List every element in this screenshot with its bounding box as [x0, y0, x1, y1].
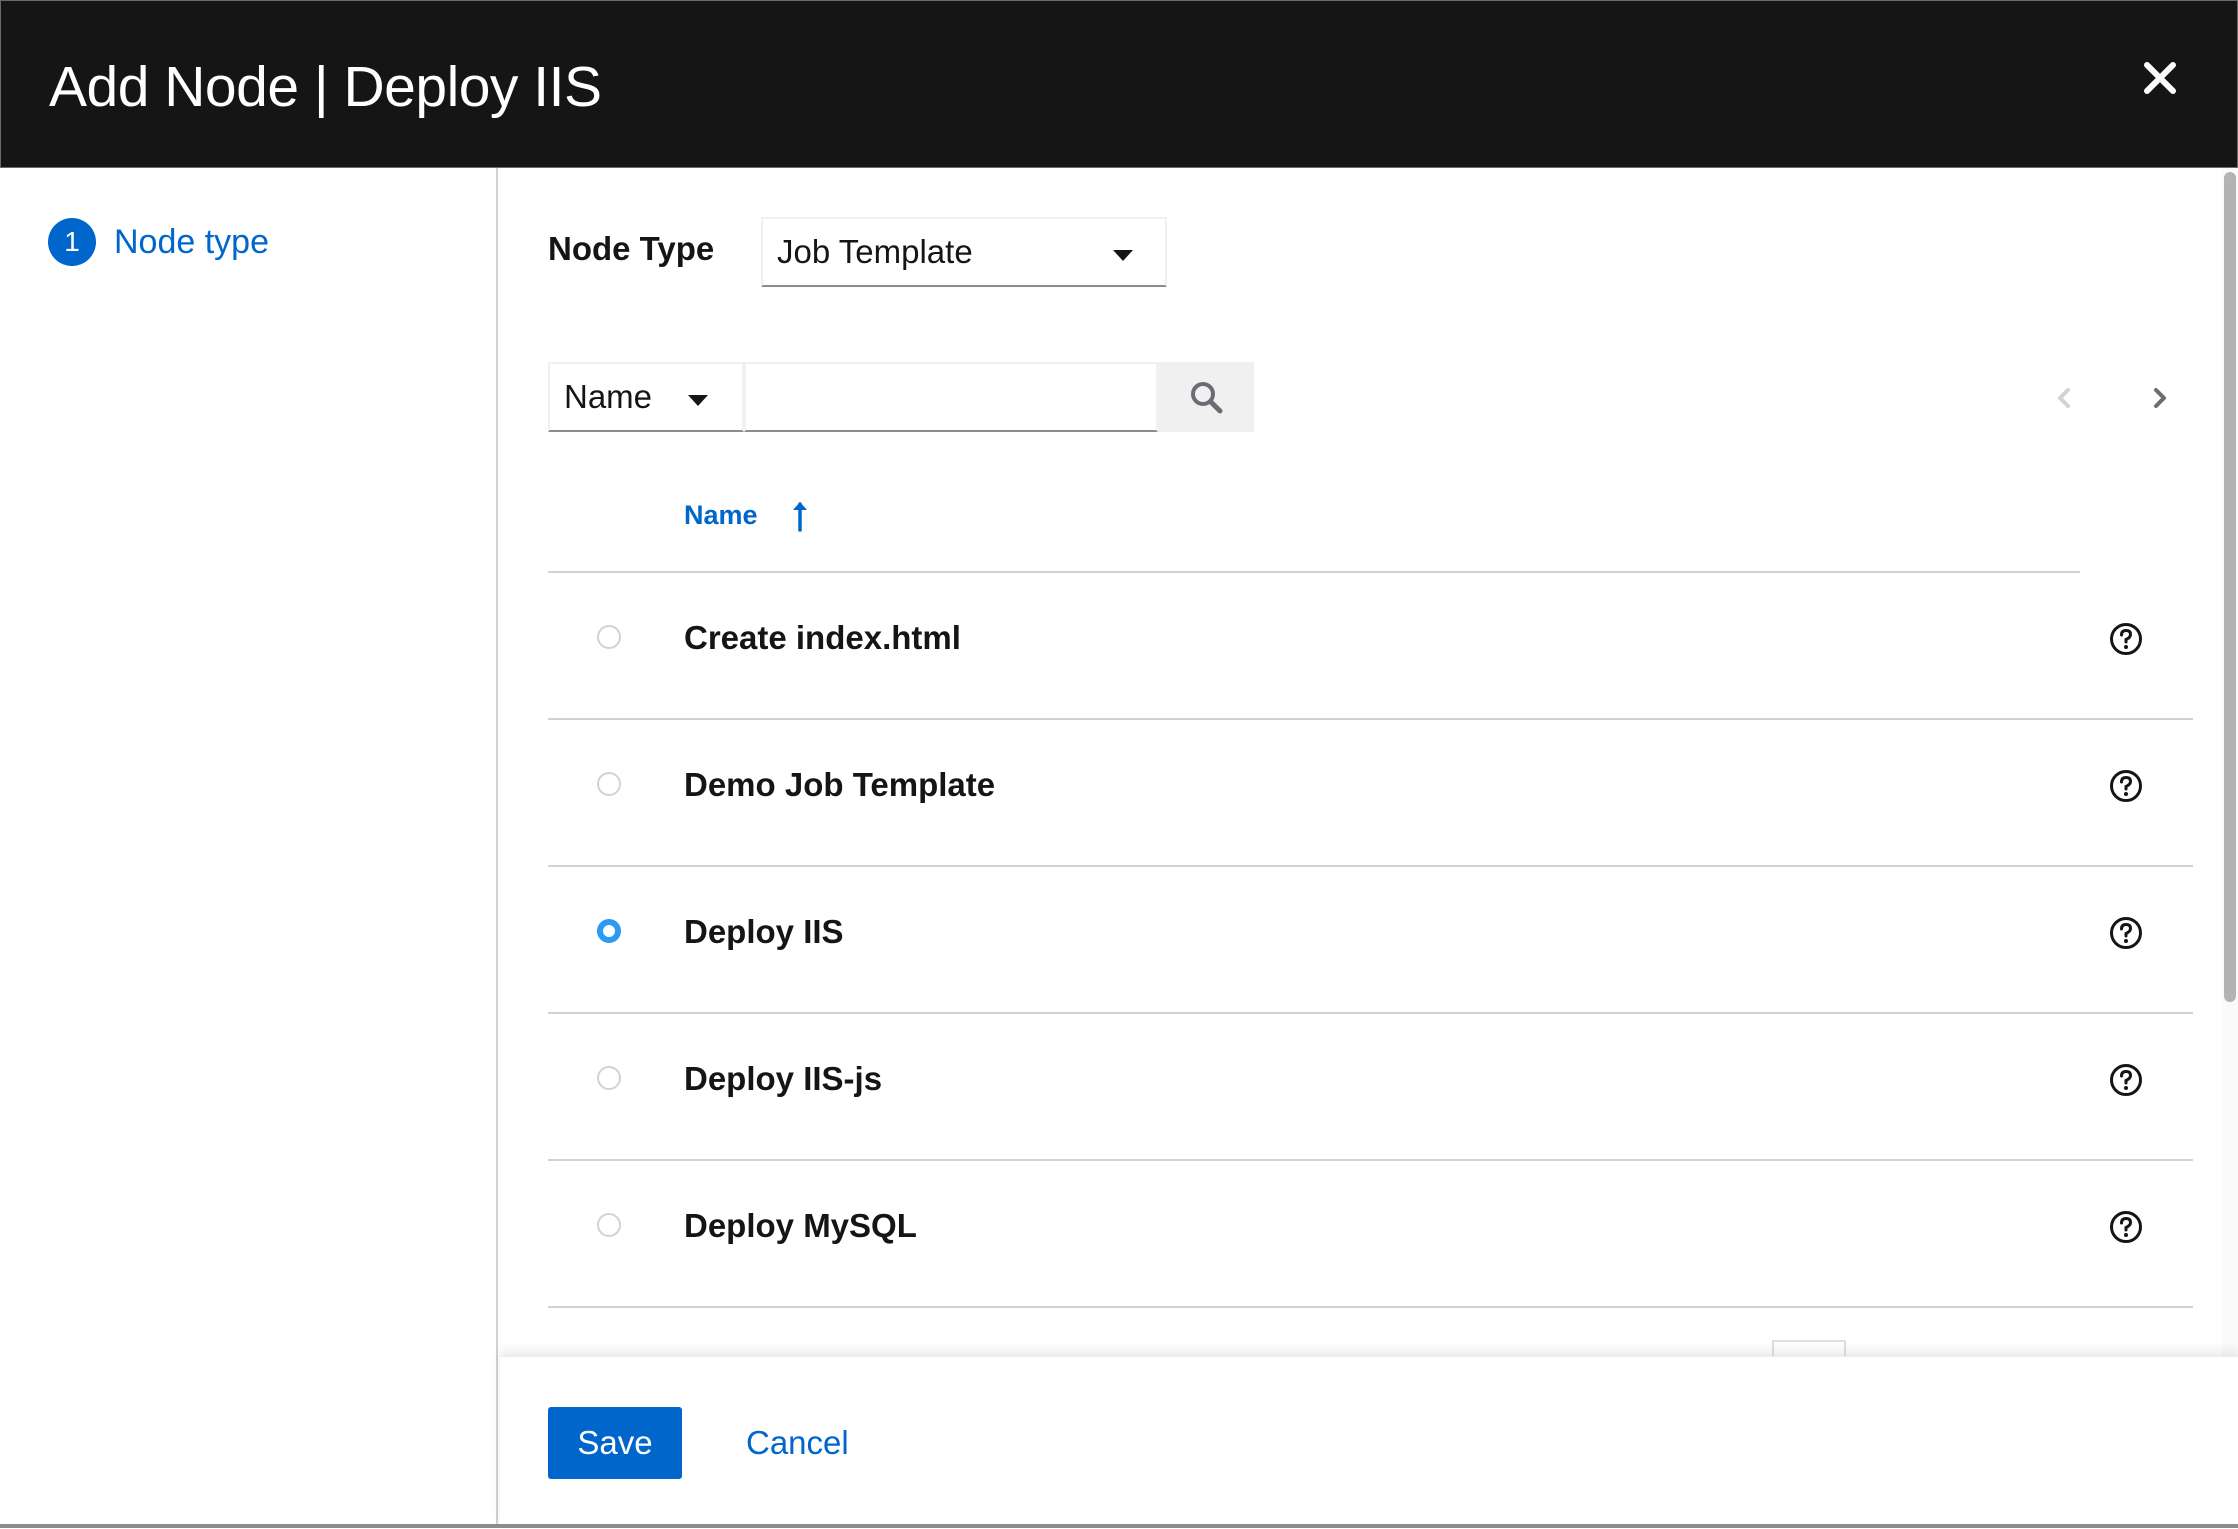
cancel-button[interactable]: Cancel	[718, 1407, 877, 1479]
modal-header: Add Node | Deploy IIS	[0, 0, 2238, 168]
question-circle-icon	[2110, 1064, 2142, 1096]
row-name[interactable]: Create index.html	[684, 619, 961, 657]
row-name[interactable]: Deploy IIS	[684, 913, 844, 951]
row-radio[interactable]	[597, 625, 621, 649]
close-button[interactable]	[2135, 53, 2185, 103]
node-type-label: Node Type	[548, 230, 715, 267]
row-name[interactable]: Deploy MySQL	[684, 1207, 917, 1245]
help-button[interactable]	[2108, 915, 2144, 951]
help-button[interactable]	[2108, 1209, 2144, 1245]
caret-down-icon	[1113, 250, 1133, 261]
row-radio[interactable]	[597, 1066, 621, 1090]
close-icon	[2144, 62, 2176, 94]
help-button[interactable]	[2108, 621, 2144, 657]
node-type-value: Job Template	[777, 233, 973, 270]
modal-title: Add Node | Deploy IIS	[49, 55, 602, 119]
wizard-body: Node Type Job Template Name Name Create …	[500, 168, 2238, 1358]
wizard-footer: Save Cancel	[500, 1356, 2238, 1529]
pagination-prev-button[interactable]	[2046, 380, 2082, 416]
table-row[interactable]: Demo Job Template	[548, 720, 2193, 867]
save-button[interactable]: Save	[548, 1407, 682, 1479]
node-type-select[interactable]: Job Template	[761, 217, 1167, 287]
table-row[interactable]: Deploy IIS-js	[548, 1014, 2193, 1161]
row-divider	[548, 1306, 2193, 1308]
table-row[interactable]: Create index.html	[548, 573, 2193, 720]
help-button[interactable]	[2108, 768, 2144, 804]
chevron-left-icon	[2058, 388, 2070, 408]
search-button[interactable]	[1158, 362, 1254, 432]
row-radio[interactable]	[597, 1213, 621, 1237]
pagination-next-button[interactable]	[2142, 380, 2178, 416]
row-name[interactable]: Deploy IIS-js	[684, 1060, 882, 1098]
modal-bottom-border	[0, 1524, 2238, 1528]
column-header-label: Name	[684, 499, 758, 530]
filter-attribute-value: Name	[564, 378, 653, 415]
table-row-selected[interactable]: Deploy IIS	[548, 867, 2193, 1014]
step-label: Node type	[114, 222, 269, 261]
caret-down-icon	[688, 395, 708, 406]
wizard-step-node-type[interactable]: 1 Node type	[48, 218, 269, 266]
search-input[interactable]	[744, 362, 1158, 432]
filter-attribute-select[interactable]: Name	[548, 362, 744, 432]
table-row[interactable]: Deploy MySQL	[548, 1161, 2193, 1308]
wizard-nav: 1 Node type	[0, 168, 498, 1528]
question-circle-icon	[2110, 770, 2142, 802]
question-circle-icon	[2110, 1211, 2142, 1243]
row-radio-selected[interactable]	[597, 919, 621, 943]
search-icon	[1191, 382, 1223, 414]
row-radio[interactable]	[597, 772, 621, 796]
chevron-right-icon	[2154, 388, 2166, 408]
question-circle-icon	[2110, 917, 2142, 949]
arrow-up-icon	[792, 502, 807, 532]
step-number-badge: 1	[48, 218, 96, 266]
column-header-name[interactable]: Name	[684, 498, 812, 532]
row-name[interactable]: Demo Job Template	[684, 766, 995, 804]
scrollbar-thumb[interactable]	[2224, 172, 2236, 1002]
help-button[interactable]	[2108, 1062, 2144, 1098]
question-circle-icon	[2110, 623, 2142, 655]
